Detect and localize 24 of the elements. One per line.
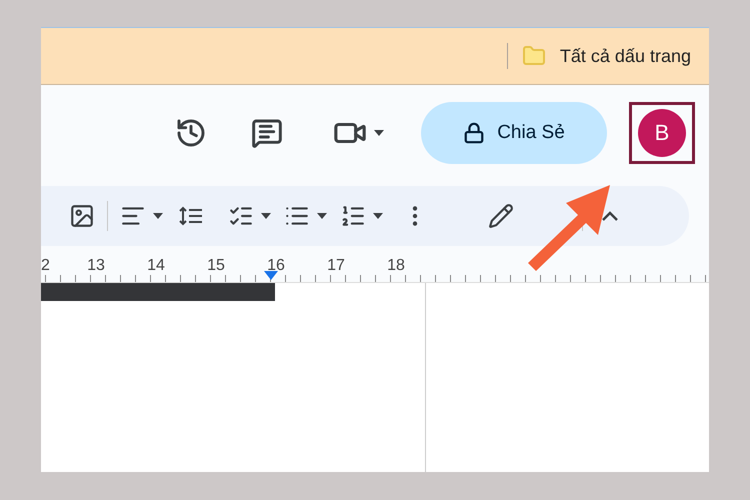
ruler-number: 16: [266, 256, 286, 275]
ruler-number: 13: [86, 256, 106, 275]
bookmarks-label[interactable]: Tất cả dấu trang: [560, 46, 691, 66]
indent-marker-icon[interactable]: [264, 271, 278, 280]
ruler-number: 14: [146, 256, 166, 275]
avatar[interactable]: B: [638, 109, 686, 157]
ruler-number: 17: [326, 256, 346, 275]
folder-icon: [522, 44, 546, 68]
caret-icon[interactable]: [372, 212, 384, 220]
line-spacing-icon[interactable]: [178, 205, 204, 227]
history-icon[interactable]: [175, 117, 207, 149]
caret-icon[interactable]: [260, 212, 272, 220]
caret-icon[interactable]: [373, 129, 385, 137]
ruler-number: 15: [206, 256, 226, 275]
ruler-number: 18: [386, 256, 406, 275]
lock-icon: [463, 122, 486, 144]
image-icon[interactable]: [69, 203, 95, 229]
pencil-icon[interactable]: [488, 203, 514, 229]
caret-icon[interactable]: [152, 212, 164, 220]
collapse-icon[interactable]: [601, 210, 619, 222]
ruler-number: 2: [41, 256, 51, 275]
caret-icon[interactable]: [316, 212, 328, 220]
comment-icon[interactable]: [251, 117, 283, 149]
share-button[interactable]: Chia Sẻ: [421, 102, 607, 164]
